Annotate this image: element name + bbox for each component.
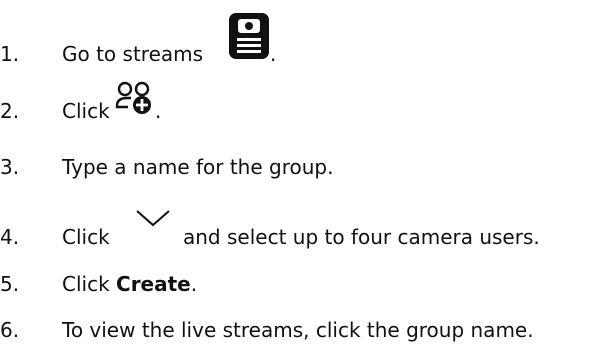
chevron-down-icon bbox=[135, 207, 171, 229]
step-text-after: . bbox=[155, 99, 162, 123]
streams-icon bbox=[228, 12, 270, 60]
step-text: Click bbox=[62, 217, 110, 257]
step-text: Go to streams bbox=[62, 34, 203, 74]
step-text-before: Click bbox=[62, 99, 110, 123]
step-text-after: . bbox=[190, 272, 198, 296]
step-5: 5. Click Create. bbox=[0, 264, 596, 304]
step-text-before: Go to streams bbox=[62, 42, 204, 66]
step-text-after: . bbox=[270, 42, 277, 66]
step-text: Type a name for the group. bbox=[62, 155, 334, 179]
step-text-before: Click bbox=[62, 225, 110, 249]
step-text-after: and select up to four camera users. bbox=[183, 225, 540, 249]
step-number: 5. bbox=[0, 272, 20, 296]
step-number: 2. bbox=[0, 99, 20, 123]
create-label: Create bbox=[116, 272, 191, 296]
step-number: 1. bbox=[0, 42, 20, 66]
add-group-icon bbox=[115, 80, 155, 116]
step-text: To view the live streams, click the grou… bbox=[62, 318, 534, 342]
step-6: 6. To view the live streams, click the g… bbox=[0, 310, 596, 350]
step-2: 2. Click . bbox=[0, 81, 596, 131]
step-number: 6. bbox=[0, 318, 20, 342]
step-4: 4. Click and select up to four camera us… bbox=[0, 210, 596, 257]
step-text-before: Click bbox=[62, 272, 110, 296]
step-1: 1. Go to streams . bbox=[0, 13, 596, 74]
step-text: Click Create. bbox=[62, 264, 197, 304]
step-3: 3. Type a name for the group. bbox=[0, 147, 596, 187]
step-number: 3. bbox=[0, 155, 20, 179]
step-text: Click bbox=[62, 91, 110, 131]
step-number: 4. bbox=[0, 225, 20, 249]
